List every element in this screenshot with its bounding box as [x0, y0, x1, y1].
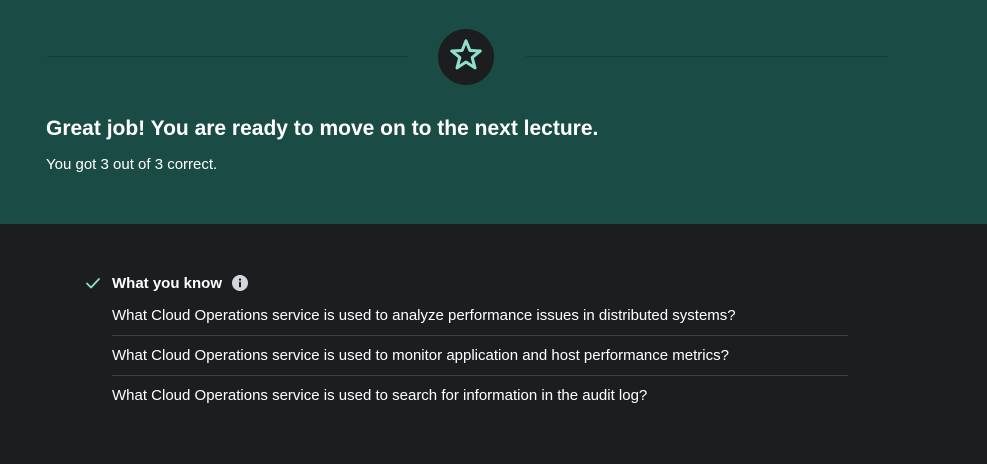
question-list: What Cloud Operations service is used to… [84, 296, 848, 415]
star-icon [448, 37, 484, 78]
question-item: What Cloud Operations service is used to… [112, 336, 848, 376]
banner-divider-right [526, 56, 887, 57]
what-you-know-title: What you know [112, 274, 222, 292]
banner-divider-left [47, 56, 407, 57]
result-headline: Great job! You are ready to move on to t… [46, 117, 599, 140]
what-you-know-section: What you know What Cloud Operations serv… [84, 270, 848, 415]
star-badge [438, 29, 494, 85]
check-icon [84, 274, 102, 292]
result-banner: Great job! You are ready to move on to t… [0, 0, 987, 224]
info-icon[interactable] [232, 275, 248, 291]
question-item: What Cloud Operations service is used to… [112, 387, 648, 404]
question-item: What Cloud Operations service is used to… [112, 296, 848, 336]
score-text: You got 3 out of 3 correct. [46, 156, 218, 173]
what-you-know-header: What you know [84, 270, 848, 296]
